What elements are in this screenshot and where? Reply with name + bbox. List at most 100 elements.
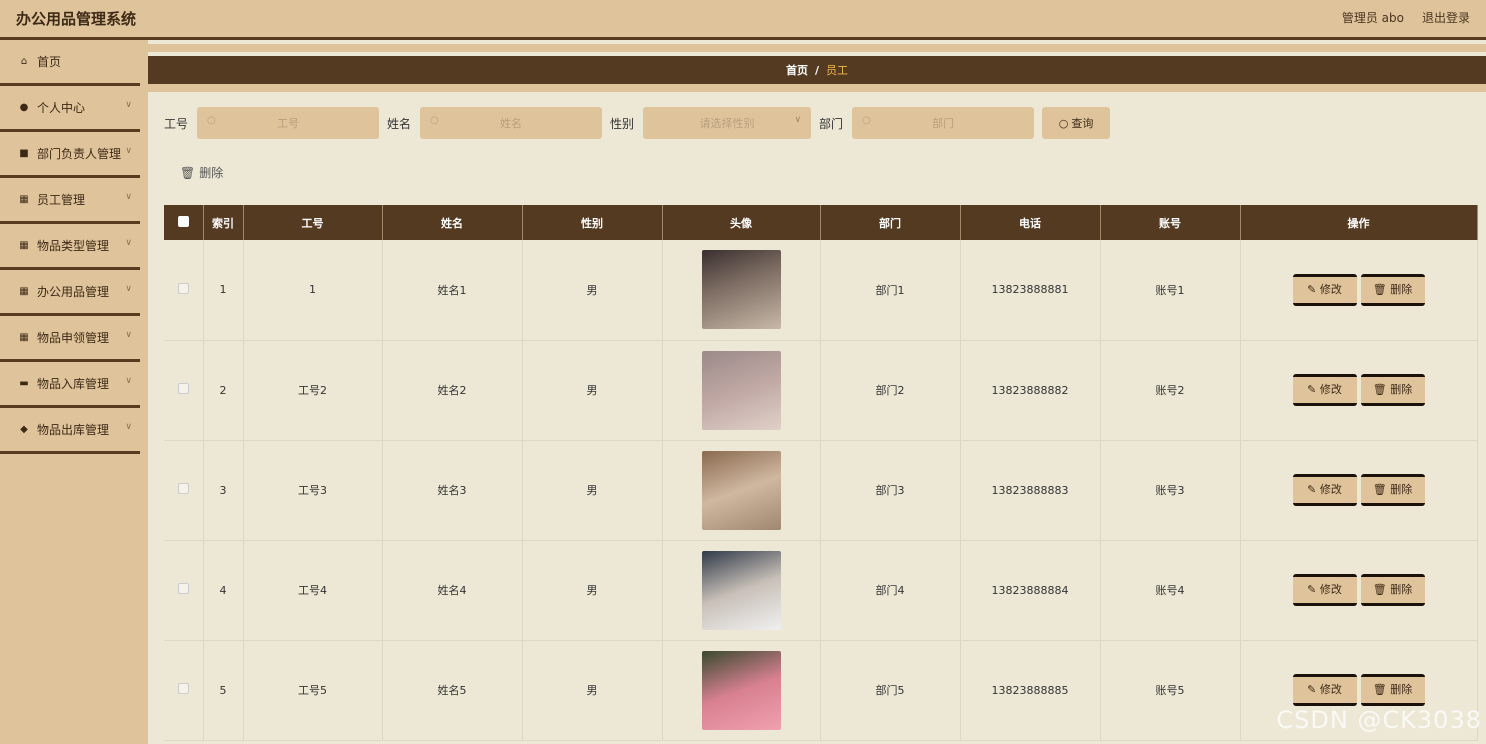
delete-label: 删除 <box>1390 483 1413 496</box>
emp-no-label: 工号 <box>164 116 189 131</box>
sidebar-item-label: 物品类型管理 <box>37 239 110 253</box>
sidebar-item-7[interactable]: ▬ 物品入库管理 ∨ <box>0 362 140 408</box>
edit-button[interactable]: ✎ 修改 <box>1292 374 1357 406</box>
trash-icon: 🗑 <box>1372 282 1387 296</box>
sidebar-item-3[interactable]: ▦ 员工管理 ∨ <box>0 178 140 224</box>
avatar[interactable] <box>701 550 781 630</box>
top-bar: 办公用品管理系统 管理员 abo 退出登录 <box>0 0 1486 40</box>
select-all-checkbox[interactable] <box>177 215 189 227</box>
delete-label: 删除 <box>1390 583 1413 596</box>
delete-button[interactable]: 🗑 删除 <box>1360 374 1425 406</box>
actions-cell: ✎ 修改 🗑 删除 <box>1240 540 1478 641</box>
top-strip <box>148 44 1486 52</box>
delete-label: 删除 <box>1390 683 1413 696</box>
emp-no-input[interactable]: ○ 工号 <box>197 107 380 139</box>
avatar-cell <box>662 640 821 741</box>
breadcrumb: 首页 / 员工 <box>148 56 1486 84</box>
row-checkbox[interactable] <box>177 282 189 294</box>
name-placeholder: 姓名 <box>500 117 523 130</box>
sidebar-item-label: 首页 <box>37 55 62 69</box>
row-checkbox[interactable] <box>177 583 189 594</box>
delete-button[interactable]: 🗑 删除 <box>1360 674 1425 706</box>
message-icon: ▬ <box>19 378 29 389</box>
grid-icon: ▦ <box>19 286 29 297</box>
edit-label: 修改 <box>1319 483 1342 496</box>
edit-button[interactable]: ✎ 修改 <box>1292 574 1357 606</box>
sidebar-item-label: 个人中心 <box>37 101 86 115</box>
gender-placeholder: 请选择性别 <box>699 117 755 130</box>
chevron-down-icon: ∨ <box>794 115 802 125</box>
breadcrumb-home[interactable]: 首页 <box>786 62 808 78</box>
column-header-0[interactable] <box>164 205 204 240</box>
name-cell: 姓名4 <box>382 540 523 641</box>
row-checkbox[interactable] <box>177 483 189 494</box>
sidebar-item-2[interactable]: ■ 部门负责人管理 ∨ <box>0 132 140 178</box>
table-row: 3 工号3 姓名3 男部门3 13823888883 账号3 ✎ 修改 🗑 删除 <box>164 440 1478 541</box>
row-checkbox[interactable] <box>177 683 189 694</box>
avatar-cell <box>662 240 821 341</box>
avatar[interactable] <box>701 450 781 530</box>
edit-button[interactable]: ✎ 修改 <box>1292 674 1357 706</box>
sidebar-item-0[interactable]: ⌂ 首页 <box>0 40 140 86</box>
row-checkbox-cell <box>164 540 204 641</box>
dept-cell: 部门1 <box>820 240 961 341</box>
sidebar-item-6[interactable]: ▦ 物品申领管理 ∨ <box>0 316 140 362</box>
phone-cell: 13823888884 <box>960 540 1101 641</box>
delete-button[interactable]: 🗑 删除 <box>1360 273 1425 306</box>
edit-label: 修改 <box>1319 583 1342 596</box>
trash-icon: 🗑 <box>1372 483 1387 496</box>
name-cell: 姓名2 <box>382 340 523 441</box>
edit-button[interactable]: ✎ 修改 <box>1292 474 1357 506</box>
name-input[interactable]: ○ 姓名 <box>420 107 603 139</box>
name-label: 姓名 <box>387 116 412 131</box>
row-checkbox-cell <box>164 640 204 741</box>
gender-select[interactable]: 请选择性别 ∨ <box>643 107 812 139</box>
batch-delete-button[interactable]: 🗑 删除 <box>180 164 223 181</box>
avatar[interactable] <box>701 350 781 430</box>
delete-button[interactable]: 🗑 删除 <box>1360 474 1425 506</box>
sidebar: ⌂ 首页 ● 个人中心 ∨ ■ 部门负责人管理 ∨ ▦ 员工管理 ∨ ▦ 物品类型管理 ∨ ▦ 办公用品管理 ∨… <box>0 40 148 744</box>
user-label[interactable]: 管理员 abo <box>1342 9 1404 26</box>
watermark: CSDN @CK3038 <box>1276 706 1482 734</box>
index-cell: 1 <box>203 240 244 341</box>
account-cell: 账号1 <box>1100 240 1241 341</box>
user-icon: ● <box>19 102 29 113</box>
trash-icon: 🗑 <box>1372 583 1387 596</box>
breadcrumb-separator: / <box>814 63 820 77</box>
account-cell: 账号4 <box>1100 540 1241 641</box>
breadcrumb-current: 员工 <box>826 64 849 77</box>
avatar-cell <box>662 440 821 541</box>
home-icon: ⌂ <box>20 56 28 67</box>
row-checkbox[interactable] <box>177 383 189 394</box>
query-button[interactable]: ○ 查询 <box>1042 107 1111 139</box>
chevron-down-icon: ∨ <box>125 100 132 110</box>
name-cell: 姓名1 <box>382 240 523 341</box>
trash-icon: 🗑 <box>1372 683 1387 696</box>
actions-cell: ✎ 修改 🗑 删除 <box>1240 240 1478 341</box>
emp-no-cell: 1 <box>243 240 383 341</box>
grid-icon: ▦ <box>19 332 29 343</box>
top-right-menu: 管理员 abo 退出登录 <box>1342 9 1470 26</box>
edit-button[interactable]: ✎ 修改 <box>1292 273 1357 306</box>
sidebar-item-8[interactable]: ◆ 物品出库管理 ∨ <box>0 408 140 454</box>
edit-icon: ✎ <box>1307 483 1317 496</box>
sidebar-item-4[interactable]: ▦ 物品类型管理 ∨ <box>0 224 140 270</box>
actions-cell: ✎ 修改 🗑 删除 <box>1240 340 1478 441</box>
avatar[interactable] <box>701 650 781 730</box>
avatar[interactable] <box>701 250 781 330</box>
pin-icon: ◆ <box>20 424 28 435</box>
emp-no-cell: 工号2 <box>243 340 383 441</box>
chevron-down-icon: ∨ <box>125 284 132 294</box>
search-icon: ○ <box>207 115 216 126</box>
edit-label: 修改 <box>1319 683 1342 696</box>
sidebar-item-label: 物品出库管理 <box>37 423 110 437</box>
sidebar-item-5[interactable]: ▦ 办公用品管理 ∨ <box>0 270 140 316</box>
sidebar-item-1[interactable]: ● 个人中心 ∨ <box>0 86 140 132</box>
column-header-6: 部门 <box>820 205 961 240</box>
table-row: 4 工号4 姓名4 男部门4 13823888884 账号4 ✎ 修改 🗑 删除 <box>164 540 1478 641</box>
dept-input[interactable]: ○ 部门 <box>852 107 1035 139</box>
query-label: 查询 <box>1071 117 1094 130</box>
table-header-row: 索引 工号 姓名 性别 头像 部门 电话 账号 操作 <box>164 205 1478 240</box>
logout-link[interactable]: 退出登录 <box>1422 9 1470 26</box>
delete-button[interactable]: 🗑 删除 <box>1360 574 1425 606</box>
